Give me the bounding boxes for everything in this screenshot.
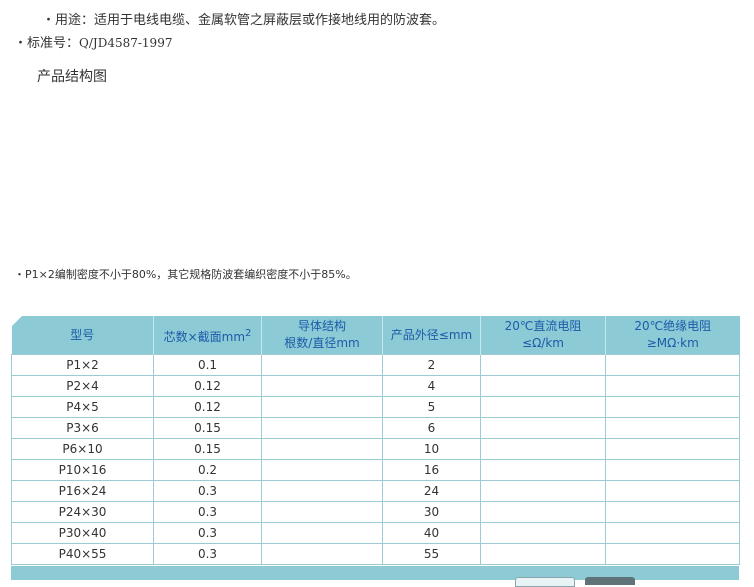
cell-dc-resistance [480,459,606,481]
cell-conductor [261,522,383,544]
cell-conductor [261,459,383,481]
cell-insulation-resistance [605,375,740,397]
footer-button-right[interactable] [585,577,635,585]
cell-model: P3×6 [11,417,154,439]
cell-outer-diameter: 4 [382,375,481,397]
cell-outer-diameter: 2 [382,354,481,376]
cell-core-section: 0.12 [153,375,262,397]
cell-outer-diameter: 24 [382,480,481,502]
cell-dc-resistance [480,375,606,397]
cell-dc-resistance [480,501,606,523]
cell-dc-resistance [480,480,606,502]
cell-dc-resistance [480,522,606,544]
structure-heading: 产品结构图 [37,69,107,85]
cell-conductor [261,501,383,523]
footer-button-left[interactable] [515,577,575,587]
cell-core-section: 0.15 [153,438,262,460]
header-label-line2: ≥MΩ·km [646,336,699,350]
header-label: 20℃直流电阻≤Ω/km [504,319,582,350]
cell-insulation-resistance [605,480,740,502]
header-core-section: 芯数×截面mm2 [153,316,262,355]
cell-outer-diameter: 55 [382,543,481,565]
cell-model: P1×2 [11,354,154,376]
cell-model: P16×24 [11,480,154,502]
cell-model: P40×55 [11,543,154,565]
header-label: 产品外径≤mm [390,327,473,342]
table-row: P24×30 0.3 30 [11,501,740,523]
cell-insulation-resistance [605,417,740,439]
header-outer-diameter: 产品外径≤mm [382,316,481,355]
standard-label: ・标准号： [14,36,80,51]
table-row: P6×10 0.15 10 [11,438,740,460]
header-insulation-resistance: 20℃绝缘电阻 ≥MΩ·km [605,316,740,355]
cell-insulation-resistance [605,501,740,523]
cell-insulation-resistance [605,438,740,460]
table-row: P2×4 0.12 4 [11,375,740,397]
table-row: P1×2 0.1 2 [11,354,740,376]
cell-model: P2×4 [11,375,154,397]
cell-insulation-resistance [605,459,740,481]
cell-conductor [261,375,383,397]
cell-outer-diameter: 16 [382,459,481,481]
header-label: 芯数×截面mm [163,329,246,344]
header-conductor: 导体结构 根数/直径mm [261,316,383,355]
header-label: 型号 [70,327,95,342]
cell-dc-resistance [480,543,606,565]
cell-outer-diameter: 10 [382,438,481,460]
cell-model: P24×30 [11,501,154,523]
cell-conductor [261,438,383,460]
cell-model: P4×5 [11,396,154,418]
usage-text: ・用途：适用于电线电缆、金属软管之屏蔽层或作接地线用的防波套。 [42,13,446,28]
cell-model: P6×10 [11,438,154,460]
cell-outer-diameter: 6 [382,417,481,439]
spec-table: 型号 芯数×截面mm2 导体结构 根数/直径mm 产品外径≤mm 20℃直流电阻… [11,316,740,565]
cell-core-section: 0.1 [153,354,262,376]
header-label: 导体结构 [297,319,346,333]
cell-insulation-resistance [605,543,740,565]
header-model: 型号 [11,316,154,355]
table-header-row: 型号 芯数×截面mm2 导体结构 根数/直径mm 产品外径≤mm 20℃直流电阻… [11,316,740,355]
cell-core-section: 0.3 [153,501,262,523]
cell-dc-resistance [480,396,606,418]
header-dc-resistance: 20℃直流电阻≤Ω/km [480,316,606,355]
header-label: 20℃绝缘电阻 [634,319,712,333]
corner-triangle [11,316,22,326]
cell-dc-resistance [480,438,606,460]
table-footer-bar [11,566,739,587]
cell-outer-diameter: 30 [382,501,481,523]
cell-core-section: 0.12 [153,396,262,418]
table-body: P1×2 0.1 2 P2×4 0.12 4 P4×5 0.12 5 P3×6 0.15 6 P6×10… [11,354,740,565]
cell-insulation-resistance [605,354,740,376]
cell-core-section: 0.15 [153,417,262,439]
density-note: ・P1×2编制密度不小于80%，其它规格防波套编织密度不小于85%。 [14,268,357,281]
cell-conductor [261,543,383,565]
table-row: P30×40 0.3 40 [11,522,740,544]
standard-code: Q/JD4587-1997 [79,36,173,50]
cell-outer-diameter: 5 [382,396,481,418]
header-label-line2: 根数/直径mm [284,336,360,350]
cell-conductor [261,354,383,376]
cell-dc-resistance [480,354,606,376]
table-row: P40×55 0.3 55 [11,543,740,565]
cell-core-section: 0.3 [153,543,262,565]
standard-number: ・标准号：Q/JD4587-1997 [14,35,172,52]
cell-dc-resistance [480,417,606,439]
cell-insulation-resistance [605,396,740,418]
header-superscript: 2 [245,327,252,339]
cell-outer-diameter: 40 [382,522,481,544]
cell-model: P10×16 [11,459,154,481]
cell-model: P30×40 [11,522,154,544]
table-row: P3×6 0.15 6 [11,417,740,439]
cell-insulation-resistance [605,522,740,544]
cell-conductor [261,417,383,439]
cell-core-section: 0.3 [153,522,262,544]
cell-core-section: 0.2 [153,459,262,481]
table-row: P10×16 0.2 16 [11,459,740,481]
table-row: P16×24 0.3 24 [11,480,740,502]
cell-core-section: 0.3 [153,480,262,502]
cell-conductor [261,480,383,502]
cell-conductor [261,396,383,418]
table-row: P4×5 0.12 5 [11,396,740,418]
